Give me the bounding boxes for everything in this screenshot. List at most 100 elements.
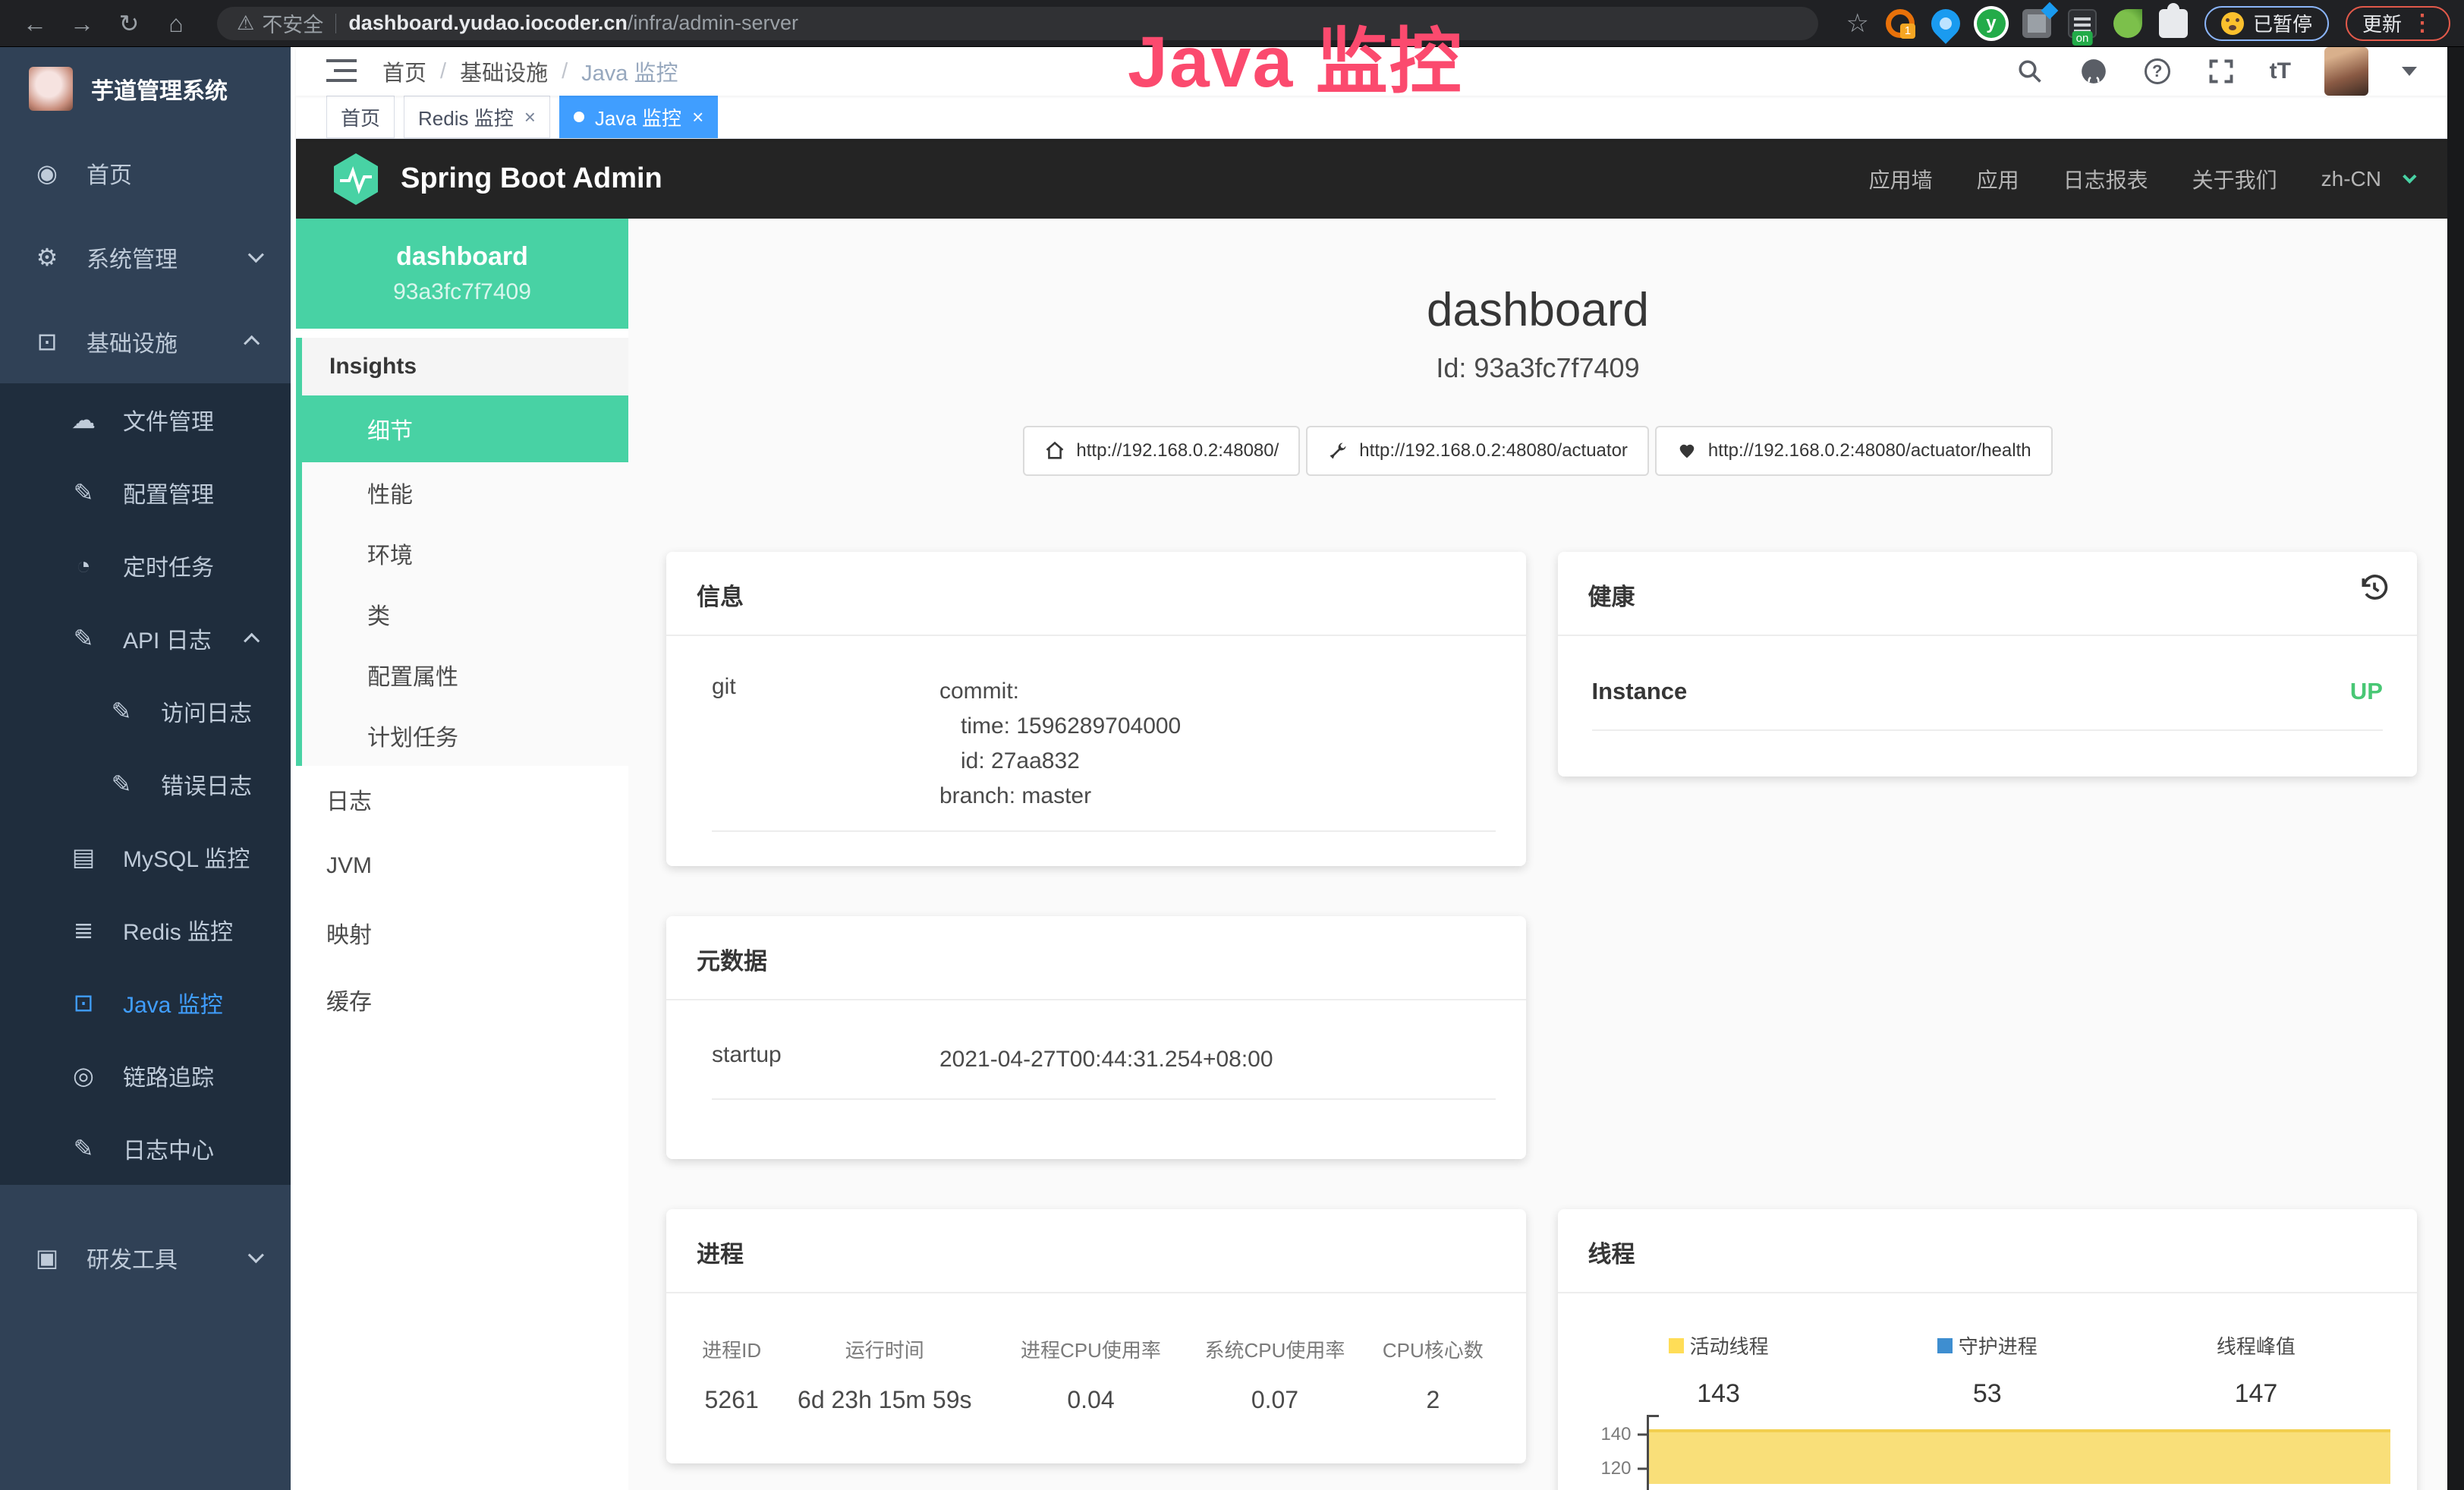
sba-menu-logs[interactable]: 日志 [296, 766, 628, 833]
extension-leaf-icon[interactable] [2113, 9, 2142, 38]
sidebar-item-api-logs[interactable]: ✎ API 日志 [0, 602, 296, 675]
chevron-down-icon [2403, 169, 2416, 183]
process-cpu: 0.04 [999, 1386, 1182, 1414]
address-bar[interactable]: ⚠ 不安全 dashboard.yudao.iocoder.cn /infra/… [217, 7, 1818, 40]
wrench-icon [1327, 440, 1348, 461]
sidebar-item-scheduled-tasks[interactable]: ◔ 定时任务 [0, 529, 296, 602]
access-log-icon: ✎ [106, 697, 137, 726]
process-card: 进程 进程ID 运行时间 进程CPU使用率 系统CPU [666, 1209, 1526, 1463]
git-commit-line: commit: [939, 674, 1496, 709]
schedule-icon: ◔ [68, 552, 99, 580]
extension-pin-icon[interactable] [1925, 3, 1966, 44]
sba-menu-jvm[interactable]: JVM [296, 833, 628, 899]
sba-menu-classes[interactable]: 类 [302, 584, 628, 644]
sba-sidebar: dashboard 93a3fc7f7409 Insights 细节 性能 环境… [296, 219, 628, 1490]
sba-menu-environment[interactable]: 环境 [302, 523, 628, 584]
sba-nav-journal[interactable]: 日志报表 [2063, 164, 2148, 194]
sba-nav-about[interactable]: 关于我们 [2192, 164, 2277, 194]
browser-home-icon[interactable]: ⌂ [155, 2, 197, 45]
close-icon[interactable]: × [524, 106, 536, 129]
emoji-face-icon [2221, 12, 2244, 35]
edit-icon: ✎ [68, 478, 99, 507]
sba-menu-scheduled-tasks[interactable]: 计划任务 [302, 705, 628, 766]
breadcrumb-infrastructure[interactable]: 基础设施 [460, 55, 548, 87]
bookmark-star-icon[interactable]: ☆ [1846, 8, 1868, 39]
endpoint-button-group: http://192.168.0.2:48080/ http://192.168… [628, 426, 2447, 476]
process-table-header: CPU核心数 [1367, 1335, 1499, 1386]
sba-instance-block[interactable]: dashboard 93a3fc7f7409 [296, 219, 628, 329]
browser-update-button[interactable]: 更新 ⋮ [2346, 6, 2450, 41]
close-icon[interactable]: × [692, 106, 703, 129]
browser-reload-icon[interactable]: ↻ [108, 2, 150, 45]
sidebar-item-access-logs[interactable]: ✎ 访问日志 [0, 675, 296, 748]
actuator-url-button[interactable]: http://192.168.0.2:48080/actuator [1306, 426, 1649, 476]
sidebar-item-trace[interactable]: ◎ 链路追踪 [0, 1039, 296, 1112]
daemon-threads-value: 53 [1853, 1379, 2122, 1409]
extension-list-icon[interactable]: on [2068, 9, 2097, 38]
github-icon[interactable] [2079, 56, 2109, 87]
browser-forward-icon[interactable]: → [61, 2, 103, 45]
sba-content: dashboard Id: 93a3fc7f7409 http://192.16… [628, 219, 2447, 1490]
home-icon [1044, 440, 1065, 461]
threads-chart-y-axis: 140 120 100 [1584, 1415, 1647, 1490]
paused-profile-chip[interactable]: 已暂停 [2204, 6, 2329, 41]
sidebar-item-java-monitor[interactable]: ⊡ Java 监控 [0, 966, 296, 1039]
sba-locale-select[interactable]: zh-CN [2321, 167, 2381, 191]
sba-menu-caches[interactable]: 缓存 [296, 966, 628, 1033]
breadcrumb-home[interactable]: 首页 [382, 55, 426, 87]
sidebar-item-infrastructure[interactable]: ⊡ 基础设施 [0, 299, 296, 383]
tag-java-monitor[interactable]: Java 监控 × [559, 96, 718, 138]
sidebar-item-system-management[interactable]: ⚙ 系统管理 [0, 215, 296, 299]
hamburger-icon[interactable] [326, 59, 357, 83]
extension-count-badge: 1 [1900, 24, 1915, 39]
sba-menu-details[interactable]: 细节 [302, 395, 628, 462]
browser-back-icon[interactable]: ← [14, 2, 56, 45]
not-secure-warning-icon: ⚠ [237, 11, 254, 35]
extensions-puzzle-icon[interactable] [2159, 9, 2188, 38]
sidebar-item-rnd-tools[interactable]: ▣ 研发工具 [0, 1215, 296, 1299]
sidebar-item-file-management[interactable]: ☁ 文件管理 [0, 383, 296, 456]
sba-nav-applications[interactable]: 应用 [1977, 164, 2019, 194]
extension-y-icon[interactable]: y [1977, 9, 2006, 38]
info-card-title: 信息 [666, 552, 1526, 636]
user-avatar[interactable] [2324, 47, 2368, 96]
gear-icon: ⚙ [32, 243, 62, 272]
health-url-button[interactable]: http://192.168.0.2:48080/actuator/health [1655, 426, 2053, 476]
process-table-header: 进程CPU使用率 [999, 1335, 1182, 1386]
sidebar-item-mysql-monitor[interactable]: ▤ MySQL 监控 [0, 821, 296, 893]
sba-menu-config-props[interactable]: 配置属性 [302, 644, 628, 705]
process-table-header: 进程ID [693, 1335, 770, 1386]
breadcrumb-separator: / [562, 59, 568, 84]
sba-menu-metrics[interactable]: 性能 [302, 462, 628, 523]
health-instance-label: Instance [1592, 678, 1688, 705]
sba-menu-insights-label: Insights [302, 338, 628, 395]
extension-on-badge: on [2072, 31, 2093, 46]
tag-home[interactable]: 首页 [326, 96, 395, 138]
sba-nav-wallboard[interactable]: 应用墙 [1869, 164, 1933, 194]
sidebar-item-log-center[interactable]: ✎ 日志中心 [0, 1112, 296, 1185]
kebab-menu-icon[interactable]: ⋮ [2411, 10, 2434, 36]
sba-menu-mappings[interactable]: 映射 [296, 899, 628, 966]
help-icon[interactable]: ? [2142, 56, 2173, 87]
font-size-icon[interactable]: tT [2270, 58, 2291, 84]
history-icon[interactable] [2358, 572, 2391, 605]
fullscreen-icon[interactable] [2206, 56, 2236, 87]
browser-scrollbar[interactable] [2447, 47, 2464, 1490]
process-table-header: 系统CPU使用率 [1183, 1335, 1367, 1386]
tag-redis-monitor[interactable]: Redis 监控 × [404, 96, 550, 138]
sba-navbar: Spring Boot Admin 应用墙 应用 日志报表 关于我们 zh-CN [296, 139, 2447, 219]
live-threads-value: 143 [1584, 1379, 1853, 1409]
sidebar-item-config-management[interactable]: ✎ 配置管理 [0, 456, 296, 529]
user-menu-caret-icon[interactable] [2402, 67, 2417, 76]
toolbox-icon: ▣ [32, 1243, 62, 1272]
system-cpu: 0.07 [1183, 1386, 1367, 1414]
url-path: /infra/admin-server [628, 11, 798, 35]
sidebar-item-home[interactable]: ◉ 首页 [0, 131, 296, 215]
extension-orange-icon[interactable]: 1 [1886, 9, 1915, 38]
extension-grid-icon[interactable] [2022, 9, 2051, 38]
service-url-button[interactable]: http://192.168.0.2:48080/ [1023, 426, 1300, 476]
sidebar-item-redis-monitor[interactable]: ≣ Redis 监控 [0, 893, 296, 966]
sba-brand[interactable]: Spring Boot Admin [331, 152, 662, 206]
search-icon[interactable] [2015, 56, 2045, 87]
sidebar-item-error-logs[interactable]: ✎ 错误日志 [0, 748, 296, 821]
